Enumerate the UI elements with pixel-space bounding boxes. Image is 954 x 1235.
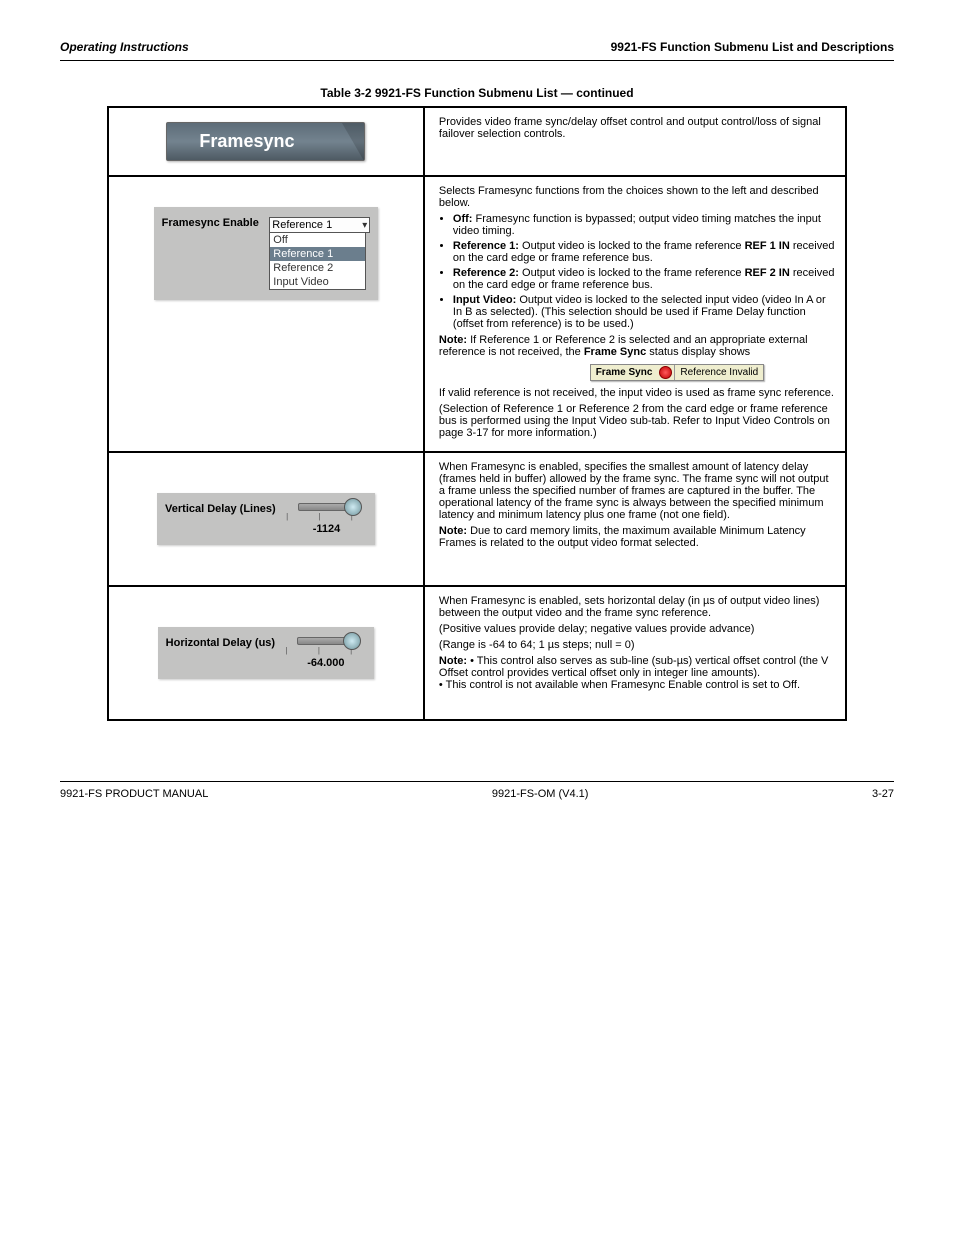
option-off[interactable]: Off bbox=[270, 233, 365, 247]
function-table: Framesync Provides video frame sync/dela… bbox=[107, 106, 847, 721]
slider-knob-icon[interactable] bbox=[344, 498, 362, 516]
vertical-delay-label: Vertical Delay (Lines) bbox=[165, 503, 276, 515]
table-row: Framesync Enable Reference 1 ▾ Off Refer… bbox=[108, 176, 846, 452]
r3-p1: When Framesync is enabled, sets horizont… bbox=[439, 595, 835, 619]
header-right: 9921-FS Function Submenu List and Descri… bbox=[611, 40, 894, 54]
list-item: Input Video: Output video is locked to t… bbox=[453, 294, 835, 330]
table-row: Vertical Delay (Lines) | | | -1124 When … bbox=[108, 452, 846, 586]
option-ref2[interactable]: Reference 2 bbox=[270, 261, 365, 275]
framesync-enable-options[interactable]: Off Reference 1 Reference 2 Input Video bbox=[269, 233, 366, 290]
r3-p2: (Positive values provide delay; negative… bbox=[439, 623, 835, 635]
r3-note: Note: • This control also serves as sub-… bbox=[439, 655, 835, 679]
framesync-status-text: Reference Invalid bbox=[674, 365, 763, 380]
horizontal-delay-value: -64.000 bbox=[286, 657, 367, 669]
table-caption: Table 3-2 9921-FS Function Submenu List … bbox=[60, 86, 894, 100]
table-row: Horizontal Delay (us) | | | -64.000 When… bbox=[108, 586, 846, 720]
r3-p3: (Range is -64 to 64; 1 µs steps; null = … bbox=[439, 639, 835, 651]
option-input-video[interactable]: Input Video bbox=[270, 275, 365, 289]
r1-note: Note: If Reference 1 or Reference 2 is s… bbox=[439, 334, 835, 358]
r1-tail1: If valid reference is not received, the … bbox=[439, 387, 835, 399]
framesync-enable-label: Framesync Enable bbox=[162, 217, 259, 229]
option-ref1[interactable]: Reference 1 bbox=[270, 247, 365, 261]
framesync-enable-value: Reference 1 bbox=[272, 219, 332, 231]
list-item: Off: Framesync function is bypassed; out… bbox=[453, 213, 835, 237]
framesync-status-label: Frame Sync bbox=[591, 365, 658, 380]
r1-tail2: (Selection of Reference 1 or Reference 2… bbox=[439, 403, 835, 439]
framesync-status-pill: Frame Sync Reference Invalid bbox=[590, 364, 765, 381]
status-indicator-icon bbox=[659, 366, 672, 379]
vertical-delay-panel: Vertical Delay (Lines) | | | -1124 bbox=[157, 493, 375, 545]
r1-intro: Selects Framesync functions from the cho… bbox=[439, 185, 835, 209]
framesync-enable-select[interactable]: Reference 1 ▾ bbox=[269, 217, 370, 233]
horizontal-delay-slider[interactable] bbox=[297, 637, 354, 645]
horizontal-delay-label: Horizontal Delay (us) bbox=[166, 637, 275, 649]
r2-p1: When Framesync is enabled, specifies the… bbox=[439, 461, 835, 521]
r3-note2: • This control is not available when Fra… bbox=[439, 679, 835, 691]
footer-left: 9921-FS PRODUCT MANUAL bbox=[60, 788, 208, 800]
framesync-enable-panel: Framesync Enable Reference 1 ▾ Off Refer… bbox=[154, 207, 379, 300]
r2-note: Note: Due to card memory limits, the max… bbox=[439, 525, 835, 549]
footer-mid: 9921-FS-OM (V4.1) bbox=[492, 788, 589, 800]
table-row: Framesync Provides video frame sync/dela… bbox=[108, 107, 846, 176]
framesync-badge: Framesync bbox=[166, 122, 365, 161]
footer-right: 3-27 bbox=[872, 788, 894, 800]
horizontal-delay-panel: Horizontal Delay (us) | | | -64.000 bbox=[158, 627, 375, 679]
header-left: Operating Instructions bbox=[60, 40, 189, 54]
list-item: Reference 1: Output video is locked to t… bbox=[453, 240, 835, 264]
chevron-down-icon: ▾ bbox=[362, 220, 367, 231]
list-item: Reference 2: Output video is locked to t… bbox=[453, 267, 835, 291]
vertical-delay-slider[interactable] bbox=[298, 503, 355, 511]
row0-desc: Provides video frame sync/delay offset c… bbox=[439, 116, 835, 140]
vertical-delay-value: -1124 bbox=[286, 523, 367, 535]
